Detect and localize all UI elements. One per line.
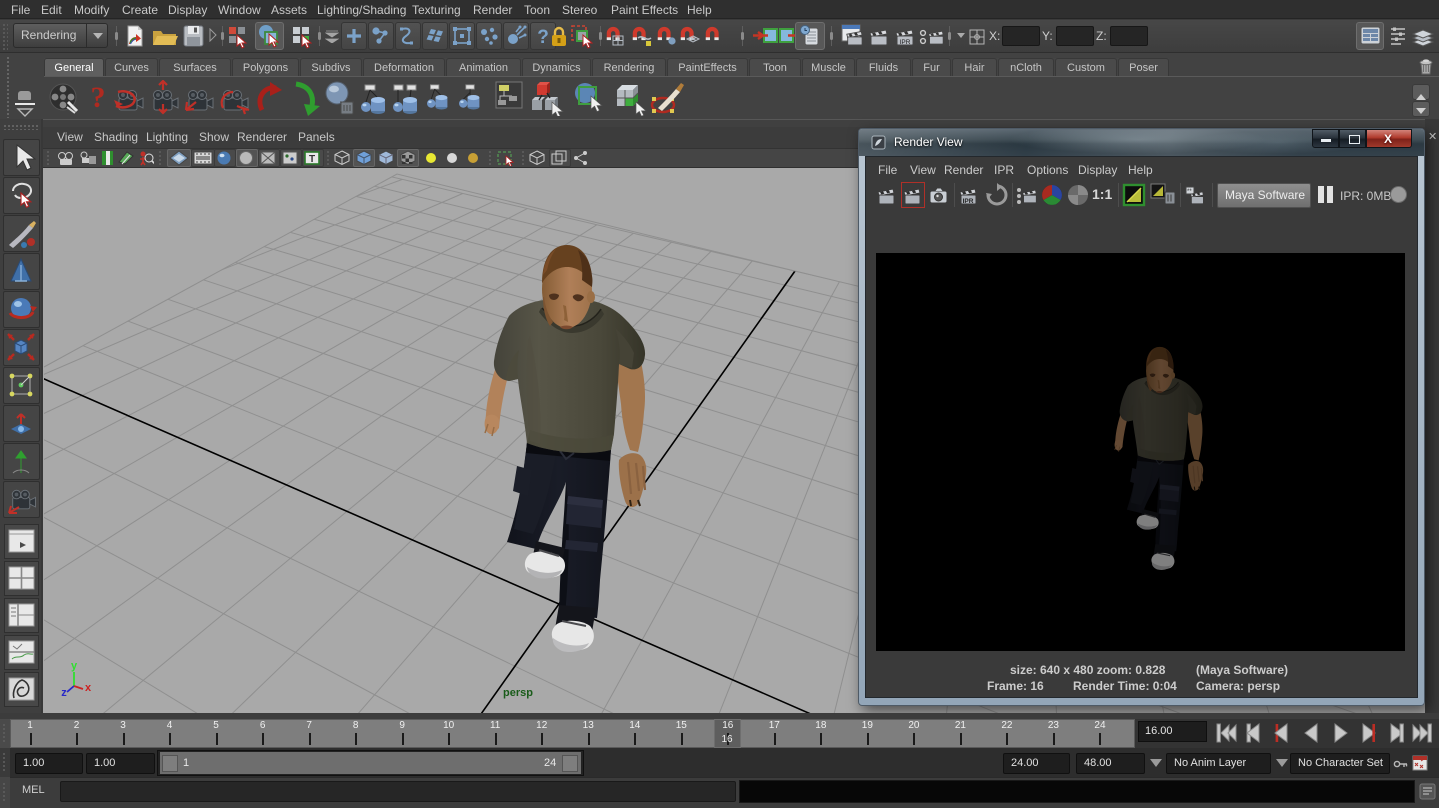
svg-text:IPR: IPR — [963, 198, 974, 205]
svg-text:T: T — [309, 154, 315, 165]
svg-text:y: y — [71, 660, 78, 672]
svg-text:?: ? — [537, 27, 549, 48]
svg-text:?: ? — [91, 81, 106, 114]
svg-text:x: x — [85, 682, 92, 694]
svg-text:z: z — [61, 687, 67, 697]
svg-text:IPR: IPR — [900, 39, 911, 46]
